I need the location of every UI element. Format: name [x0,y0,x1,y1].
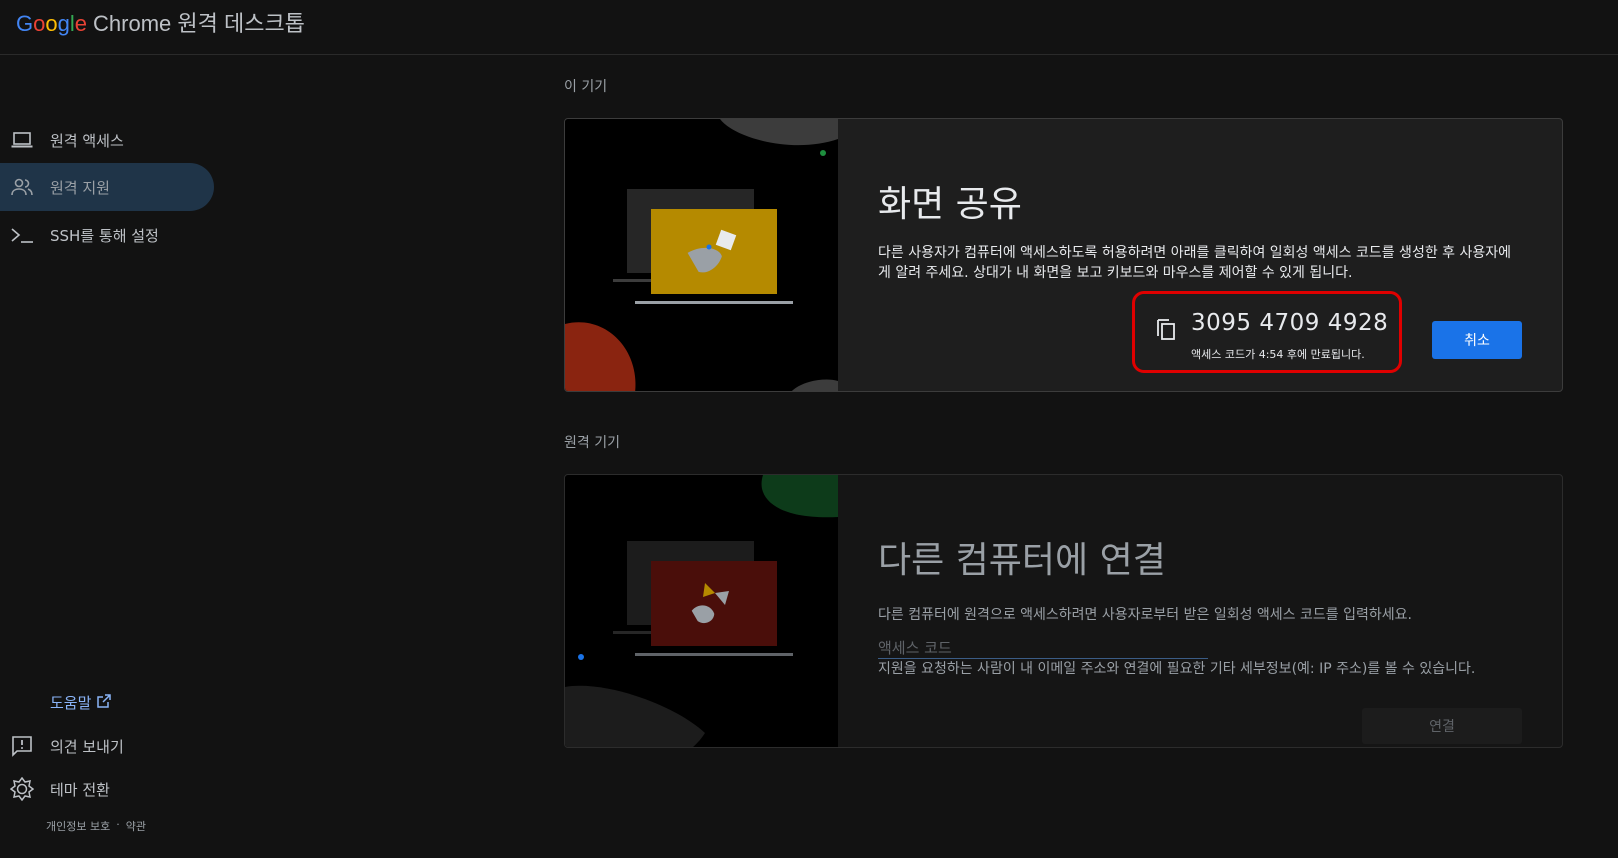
sidebar-item-remote-access[interactable]: 원격 액세스 [0,116,214,164]
logo-letter: e [74,11,88,36]
sidebar-item-remote-support[interactable]: 원격 지원 [0,163,214,211]
logo-letter: g [57,11,70,36]
access-code-highlight: 3095 4709 4928 액세스 코드가 4:54 후에 만료됩니다. [1132,291,1402,373]
copy-icon[interactable] [1155,316,1177,344]
sidebar-item-label: 원격 지원 [50,178,110,197]
connect-computer-card: 다른 컴퓨터에 연결 다른 컴퓨터에 원격으로 액세스하려면 사용자로부터 받은… [564,474,1563,748]
section-title-this-device: 이 기기 [564,79,608,95]
app-title: Chrome 원격 데스크톱 [93,11,305,36]
expiry-suffix: 후에 만료됩니다. [1283,348,1365,361]
logo-letter: o [33,11,46,36]
brightness-icon [10,777,34,801]
privacy-note: 지원을 요청하는 사람이 내 이메일 주소와 연결에 필요한 기타 세부정보(예… [878,661,1476,677]
logo-letter: o [45,11,58,36]
connect-button[interactable]: 연결 [1362,708,1522,744]
laptop-icon [10,128,34,152]
help-link[interactable]: 도움말 [50,692,112,713]
access-code-expiry: 액세스 코드가 4:54 후에 만료됩니다. [1191,346,1365,362]
logo-letter: G [16,11,34,36]
open-in-new-icon [97,693,112,712]
share-screen-title: 화면 공유 [878,184,1022,225]
legal-links: 개인정보 보호 · 약관 [46,818,146,834]
feedback-icon [10,734,34,758]
help-label: 도움말 [50,694,92,712]
cancel-button[interactable]: 취소 [1432,321,1522,359]
app-header: Google Chrome 원격 데스크톱 [0,0,1618,55]
sidebar-item-ssh[interactable]: SSH를 통해 설정 [0,211,214,259]
connect-computer-description: 다른 컴퓨터에 원격으로 액세스하려면 사용자로부터 받은 일회성 액세스 코드… [878,607,1412,623]
privacy-link[interactable]: 개인정보 보호 [46,818,110,834]
terminal-icon [10,223,34,247]
theme-label: 테마 전환 [50,780,110,799]
theme-toggle-button[interactable]: 테마 전환 [0,771,110,807]
share-screen-illustration [565,119,838,391]
expiry-time: 4:54 [1258,348,1284,361]
connect-computer-illustration [565,475,838,747]
terms-link[interactable]: 약관 [126,818,146,834]
share-screen-description: 다른 사용자가 컴퓨터에 액세스하도록 허용하려면 아래를 클릭하여 일회성 액… [878,245,1511,281]
connect-computer-title: 다른 컴퓨터에 연결 [878,540,1166,581]
legal-separator: · [116,818,120,831]
section-title-remote-device: 원격 기기 [564,435,620,451]
share-screen-card: 화면 공유 다른 사용자가 컴퓨터에 액세스하도록 허용하려면 아래를 클릭하여… [564,118,1563,392]
feedback-button[interactable]: 의견 보내기 [0,728,124,764]
people-icon [10,175,34,199]
access-code-value: 3095 4709 4928 [1191,310,1389,336]
sidebar-item-label: SSH를 통해 설정 [50,226,159,245]
sidebar-item-label: 원격 액세스 [50,131,124,150]
expiry-prefix: 액세스 코드가 [1191,348,1259,361]
feedback-label: 의견 보내기 [50,737,124,756]
app-logo[interactable]: Google Chrome 원격 데스크톱 [16,6,305,36]
access-code-input[interactable] [878,637,1208,659]
